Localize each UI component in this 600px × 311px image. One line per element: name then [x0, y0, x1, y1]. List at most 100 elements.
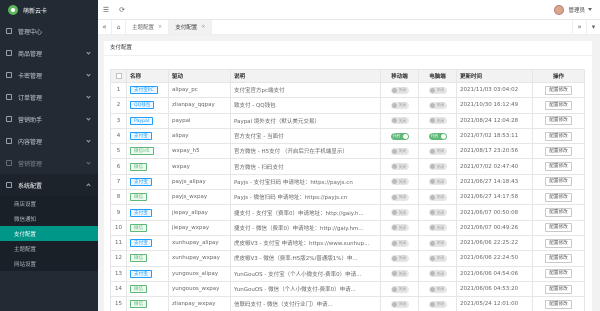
edit-config-button[interactable]: 配置修改 [545, 131, 572, 141]
sidebar-item-0[interactable]: 管理中心 [0, 20, 98, 42]
refresh-icon[interactable]: ⟳ [114, 0, 130, 20]
mobile-toggle[interactable]: 关闭 [390, 193, 409, 201]
chevron-down-icon [86, 94, 91, 99]
pc-toggle-cell: 关闭 [418, 81, 457, 99]
close-icon[interactable]: × [201, 24, 205, 30]
driver-cell: jiepay_alipay [168, 204, 231, 221]
pc-toggle[interactable]: 关闭 [428, 86, 447, 94]
mobile-toggle[interactable]: 关闭 [390, 254, 409, 262]
mobile-toggle[interactable]: 关闭 [390, 147, 409, 155]
mobile-toggle-cell: 开启 [380, 127, 419, 145]
sidebar-item-6[interactable]: 营销管理 [0, 152, 98, 174]
tab-options-icon[interactable]: ▾ [586, 20, 600, 34]
mobile-toggle[interactable]: 关闭 [390, 101, 409, 109]
driver-cell: zlianpay_qqpay [168, 97, 231, 114]
sidebar-subitem-2[interactable]: 支付配置 [0, 226, 98, 241]
avatar[interactable] [554, 4, 565, 15]
tab-bar: « ⌂ 主题配置 × 支付配置 × » ▾ [98, 20, 600, 35]
pc-toggle[interactable]: 关闭 [428, 209, 447, 217]
menu-icon [6, 160, 12, 166]
edit-config-button[interactable]: 配置修改 [545, 85, 572, 95]
home-icon[interactable]: ⌂ [112, 20, 126, 34]
pc-toggle[interactable]: 关闭 [428, 300, 447, 308]
name-cell: 支付宝 [126, 234, 169, 252]
pc-toggle[interactable]: 关闭 [428, 193, 447, 201]
tab-scroll-left-icon[interactable]: « [98, 20, 112, 34]
chevron-down-icon[interactable] [588, 8, 592, 11]
table-row: 12 微信 xunhupay_wxpay 虎皮椒V3 - 微信（费率:H5版2%/普通… [110, 250, 585, 267]
description-cell: 支付宝官方pc端支付 [230, 81, 381, 99]
edit-config-button[interactable]: 配置修改 [545, 177, 572, 187]
description-cell: YunGouOS - 支付宝（个人小微支付-费率0）申请... [230, 265, 381, 282]
edit-config-button[interactable]: 配置修改 [545, 208, 572, 218]
edit-config-button[interactable]: 配置修改 [545, 116, 572, 126]
edit-config-button[interactable]: 配置修改 [545, 192, 572, 202]
description-cell: 信联码支付 - 微信（支付行业门）申请... [230, 296, 381, 311]
admin-name[interactable]: 管理员 [568, 6, 585, 14]
name-badge: 微信H5 [130, 147, 154, 156]
sidebar-item-3[interactable]: 订单管理 [0, 86, 98, 108]
mobile-toggle[interactable]: 关闭 [390, 117, 409, 125]
description-cell: Payjs - 支付宝扫码 申请地址：https://payjs.cn [230, 173, 381, 191]
tab-0[interactable]: 主题配置 × [126, 20, 170, 34]
edit-config-button[interactable]: 配置修改 [545, 299, 572, 309]
mobile-toggle[interactable]: 关闭 [390, 285, 409, 293]
edit-config-button[interactable]: 配置修改 [545, 162, 572, 172]
close-icon[interactable]: × [158, 24, 162, 30]
pc-toggle[interactable]: 关闭 [428, 254, 447, 262]
sidebar-item-2[interactable]: 卡密管理 [0, 64, 98, 86]
mobile-toggle[interactable]: 开启 [390, 132, 409, 140]
mobile-toggle[interactable]: 关闭 [390, 239, 409, 247]
pc-toggle[interactable]: 关闭 [428, 285, 447, 293]
mobile-toggle[interactable]: 关闭 [390, 224, 409, 232]
actions-cell: 配置修改 [532, 296, 585, 311]
pc-toggle[interactable]: 关闭 [428, 117, 447, 125]
column-header: 驱动 [168, 69, 231, 83]
table-row: 13 支付宝 yungouos_alipay YunGouOS - 支付宝（个人小微支… [110, 265, 585, 282]
edit-config-button[interactable]: 配置修改 [545, 100, 572, 110]
pc-toggle[interactable]: 关闭 [428, 147, 447, 155]
sidebar-subitem-4[interactable]: 网站设置 [0, 256, 98, 271]
chevron-down-icon [86, 116, 91, 121]
pc-toggle[interactable]: 关闭 [428, 224, 447, 232]
edit-config-button[interactable]: 配置修改 [545, 146, 572, 156]
logo-text: 萌新云卡 [23, 7, 48, 15]
mobile-toggle[interactable]: 关闭 [390, 86, 409, 94]
sidebar-section-system[interactable]: 系统配置 [0, 174, 98, 196]
sidebar: 萌新云卡 管理中心 商品管理 卡密管理 订单管理 营销助手 内容管理 营销管理 系统配置 商店设… [0, 0, 98, 311]
select-all-checkbox[interactable] [115, 72, 122, 79]
pc-toggle[interactable]: 关闭 [428, 178, 447, 186]
mobile-toggle[interactable]: 关闭 [390, 209, 409, 217]
edit-config-button[interactable]: 配置修改 [545, 269, 572, 279]
mobile-toggle[interactable]: 关闭 [390, 178, 409, 186]
pc-toggle[interactable]: 关闭 [428, 101, 447, 109]
edit-config-button[interactable]: 配置修改 [545, 238, 572, 248]
pc-toggle[interactable]: 开启 [428, 132, 447, 140]
edit-config-button[interactable]: 配置修改 [545, 253, 572, 263]
updated-time-cell: 2021/07/02 18:53:11 [456, 127, 533, 145]
name-cell: 支付宝 [126, 204, 169, 221]
sidebar-item-1[interactable]: 商品管理 [0, 42, 98, 64]
sidebar-subitem-1[interactable]: 微信通知 [0, 211, 98, 226]
row-id: 8 [110, 189, 127, 206]
toggle-label: 关闭 [436, 102, 445, 108]
sidebar-item-4[interactable]: 营销助手 [0, 108, 98, 130]
pc-toggle[interactable]: 关闭 [428, 270, 447, 278]
logo[interactable]: 萌新云卡 [0, 0, 98, 20]
edit-config-button[interactable]: 配置修改 [545, 284, 572, 294]
sidebar-subitem-3[interactable]: 主题配置 [0, 241, 98, 256]
tab-scroll-right-icon[interactable]: » [572, 20, 586, 34]
sidebar-item-5[interactable]: 内容管理 [0, 130, 98, 152]
menu-toggle-icon[interactable]: ☰ [98, 0, 114, 20]
sidebar-subitem-0[interactable]: 商店设置 [0, 196, 98, 211]
edit-config-button[interactable]: 配置修改 [545, 223, 572, 233]
actions-cell: 配置修改 [532, 250, 585, 267]
tab-1[interactable]: 支付配置 × [169, 20, 213, 34]
mobile-toggle[interactable]: 关闭 [390, 270, 409, 278]
pc-toggle[interactable]: 关闭 [428, 163, 447, 171]
description-cell: 官方微信 - 扫码支付 [230, 158, 381, 175]
pc-toggle[interactable]: 关闭 [428, 239, 447, 247]
mobile-toggle[interactable]: 关闭 [390, 163, 409, 171]
mobile-toggle[interactable]: 关闭 [390, 300, 409, 308]
toggle-label: 关闭 [398, 224, 407, 230]
